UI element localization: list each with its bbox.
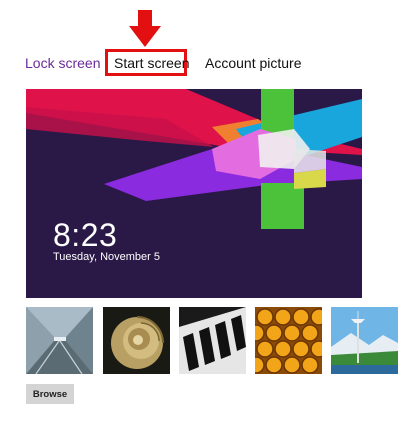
honeycomb-thumbnail[interactable] [255, 307, 322, 374]
piano-keys-thumbnail[interactable] [179, 307, 246, 374]
tab-lock-screen[interactable]: Lock screen [25, 55, 100, 71]
browse-button[interactable]: Browse [26, 384, 74, 404]
annotation-arrow-icon [129, 10, 161, 47]
preview-clock: 8:23 [53, 217, 118, 253]
tab-start-screen[interactable]: Start screen [114, 55, 189, 71]
tunnel-thumbnail[interactable] [26, 307, 93, 374]
preview-date: Tuesday, November 5 [53, 251, 160, 263]
nautilus-shell-thumbnail[interactable] [103, 307, 170, 374]
preview-background-art [26, 89, 362, 298]
lock-screen-preview: 8:23 Tuesday, November 5 [26, 89, 362, 298]
tab-account-picture[interactable]: Account picture [205, 55, 302, 71]
space-needle-thumbnail[interactable] [331, 307, 398, 374]
